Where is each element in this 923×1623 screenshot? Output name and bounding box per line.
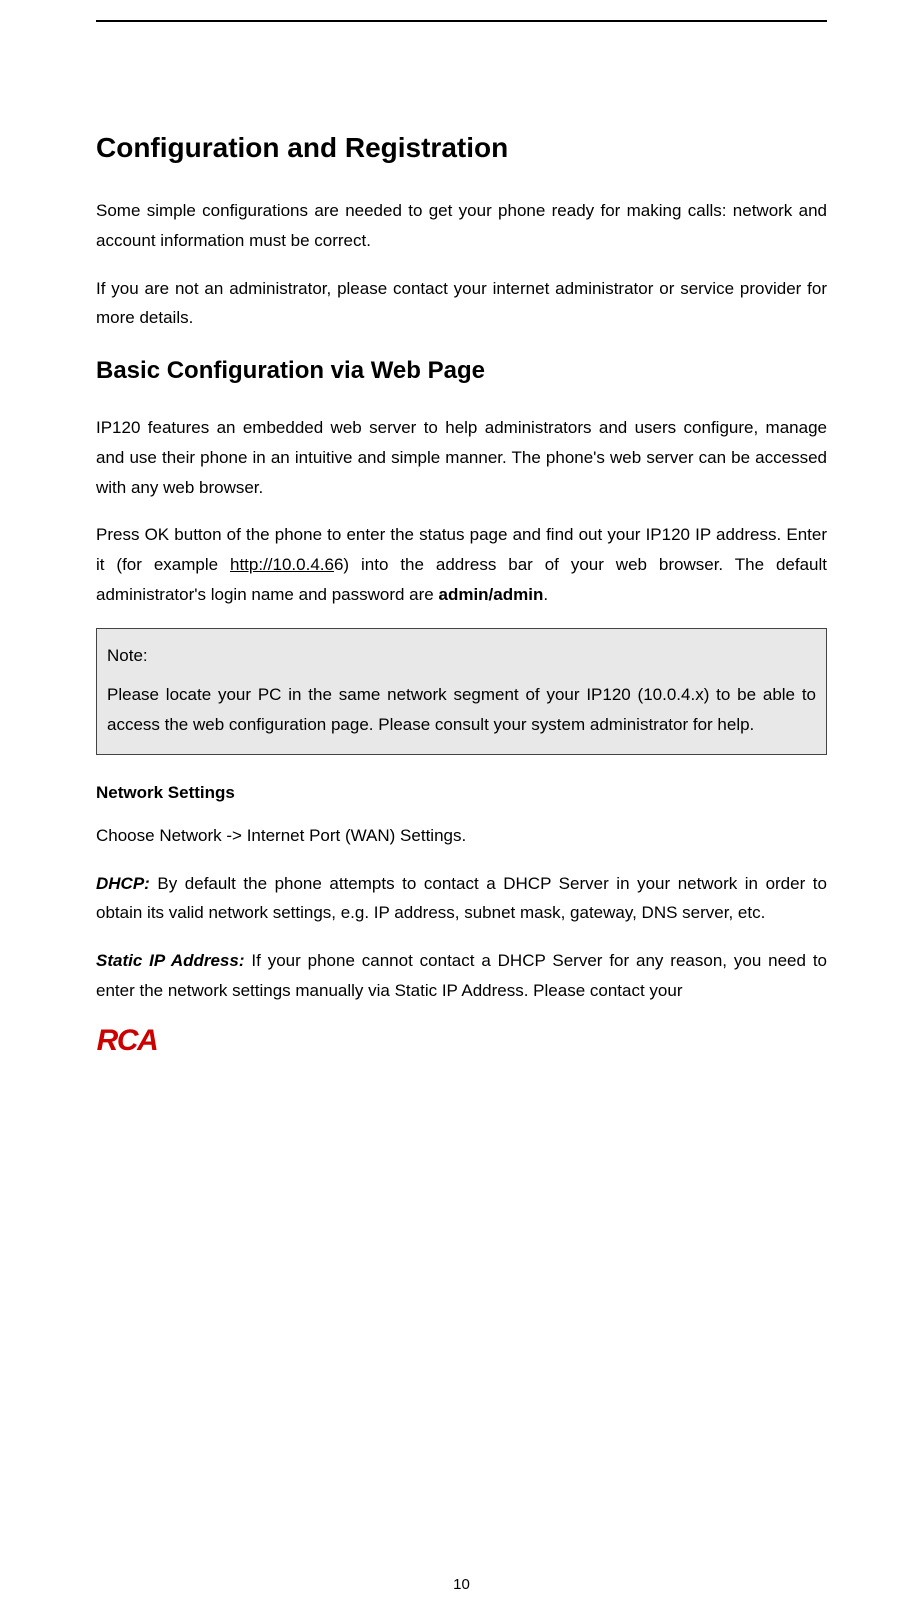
intro-paragraph-1: Some simple configurations are needed to…: [96, 196, 827, 256]
text-fragment: .: [543, 585, 548, 604]
heading-basic-config: Basic Configuration via Web Page: [96, 357, 827, 385]
dhcp-body: By default the phone attempts to contact…: [96, 874, 827, 923]
dhcp-label: DHCP:: [96, 874, 150, 893]
page-content: Configuration and Registration Some simp…: [0, 22, 923, 1063]
note-label: Note:: [107, 641, 816, 671]
url-link: http://10.0.4.6: [230, 555, 334, 574]
rca-logo: RCA: [96, 1024, 206, 1063]
rca-logo-text: RCA: [97, 1024, 158, 1057]
ip-address-paragraph: Press OK button of the phone to enter th…: [96, 520, 827, 609]
note-body: Please locate your PC in the same networ…: [107, 680, 816, 740]
dhcp-paragraph: DHCP: By default the phone attempts to c…: [96, 869, 827, 929]
page-number: 10: [0, 1576, 923, 1593]
heading-configuration: Configuration and Registration: [96, 132, 827, 164]
static-ip-label: Static IP Address:: [96, 951, 245, 970]
heading-network-settings: Network Settings: [96, 783, 827, 803]
network-path-paragraph: Choose Network -> Internet Port (WAN) Se…: [96, 821, 827, 851]
static-ip-paragraph: Static IP Address: If your phone cannot …: [96, 946, 827, 1006]
note-box: Note: Please locate your PC in the same …: [96, 628, 827, 755]
intro-paragraph-2: If you are not an administrator, please …: [96, 274, 827, 334]
web-server-paragraph: IP120 features an embedded web server to…: [96, 413, 827, 502]
credentials-text: admin/admin: [438, 585, 543, 604]
